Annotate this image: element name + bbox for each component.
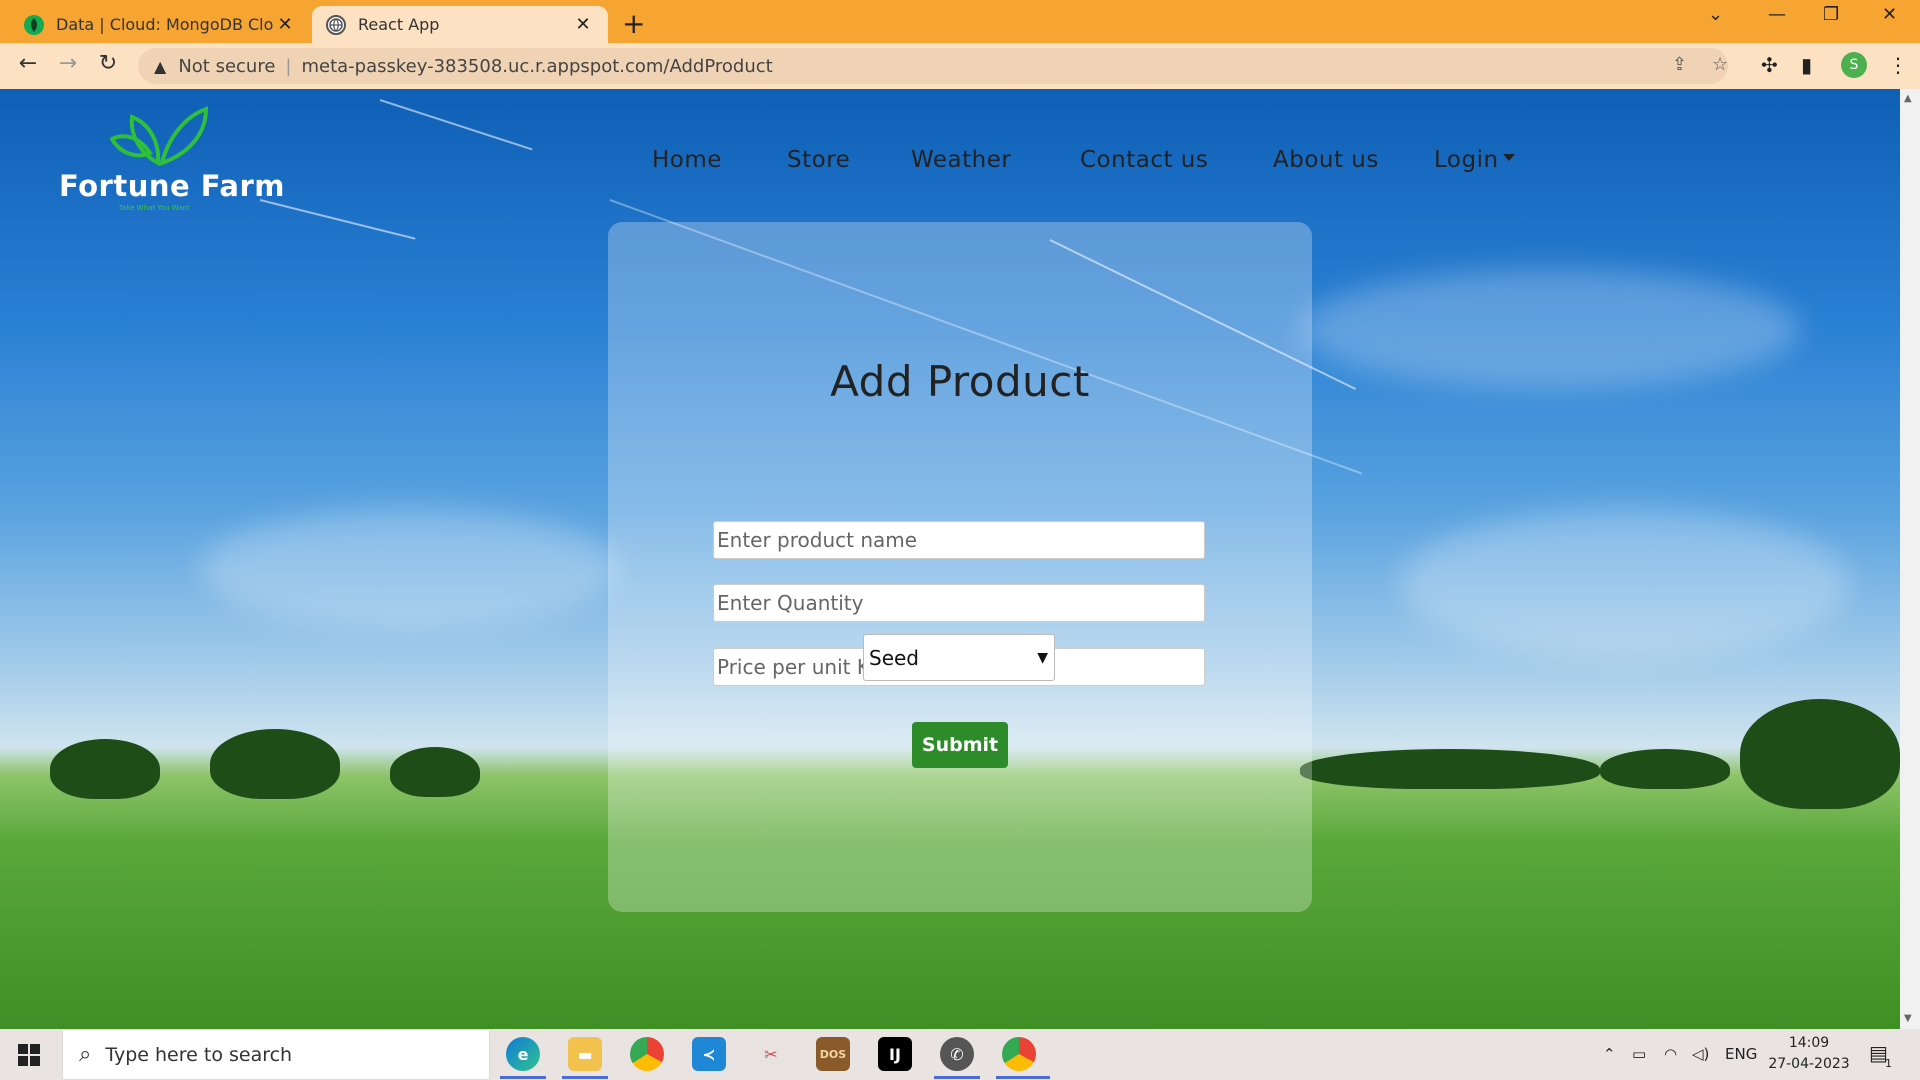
tree bbox=[210, 729, 340, 799]
site-logo[interactable]: Fortune Farm Take What You Want bbox=[55, 103, 284, 213]
clock[interactable]: 14:09 27-04-2023 bbox=[1764, 1033, 1854, 1075]
category-select[interactable]: Seed ▼ bbox=[863, 634, 1055, 681]
tab-title: Data | Cloud: MongoDB Cloud bbox=[56, 15, 274, 34]
logo-name: Fortune Farm bbox=[59, 169, 285, 203]
share-icon[interactable]: ⇪ bbox=[1672, 54, 1687, 75]
avatar[interactable]: S bbox=[1841, 52, 1867, 78]
cloud bbox=[200, 509, 620, 629]
url-text[interactable]: meta-passkey-383508.uc.r.appspot.com/Add… bbox=[301, 56, 772, 77]
taskbar-search-placeholder: Type here to search bbox=[105, 1043, 293, 1066]
active-app-indicator bbox=[500, 1076, 546, 1079]
divider: | bbox=[285, 55, 292, 77]
active-app-indicator bbox=[934, 1076, 980, 1079]
add-product-card: Add Product Seed ▼ Submit bbox=[608, 222, 1312, 912]
nav-login-dropdown[interactable]: Login bbox=[1434, 147, 1515, 173]
active-app-indicator bbox=[996, 1076, 1050, 1079]
nav-weather[interactable]: Weather bbox=[911, 147, 1011, 173]
tree bbox=[50, 739, 160, 799]
side-panel-icon[interactable]: ▮ bbox=[1801, 53, 1812, 77]
page-scrollbar[interactable]: ▲ ▼ bbox=[1900, 89, 1920, 1029]
wifi-icon[interactable]: ◠ bbox=[1664, 1045, 1677, 1063]
tab-mongodb[interactable]: Data | Cloud: MongoDB Cloud ✕ bbox=[10, 6, 310, 43]
clock-date: 27-04-2023 bbox=[1768, 1056, 1850, 1072]
scroll-up-icon[interactable]: ▲ bbox=[1904, 93, 1912, 104]
windows-start-icon[interactable] bbox=[18, 1044, 40, 1066]
chevron-down-icon: ▼ bbox=[1037, 649, 1048, 666]
nav-home[interactable]: Home bbox=[652, 147, 722, 173]
caret-down-icon bbox=[1502, 154, 1515, 161]
mongodb-leaf-icon bbox=[24, 14, 44, 35]
nav-contact-us[interactable]: Contact us bbox=[1080, 147, 1208, 173]
address-bar[interactable]: ▲ Not secure | meta-passkey-383508.uc.r.… bbox=[138, 48, 1728, 84]
menu-icon[interactable]: ⋮ bbox=[1888, 53, 1908, 77]
minimize-icon[interactable]: — bbox=[1768, 4, 1786, 25]
tab-search-icon[interactable]: ⌄ bbox=[1708, 4, 1723, 25]
close-tab-icon[interactable]: ✕ bbox=[572, 14, 594, 35]
browser-toolbar: ← → ↻ ▲ Not secure | meta-passkey-383508… bbox=[0, 43, 1920, 89]
volume-icon[interactable]: ◁) bbox=[1692, 1045, 1709, 1063]
file-explorer-icon[interactable]: ▬ bbox=[568, 1037, 602, 1071]
contrail bbox=[379, 99, 533, 151]
close-tab-icon[interactable]: ✕ bbox=[274, 14, 296, 35]
nav-about-us[interactable]: About us bbox=[1273, 147, 1379, 173]
whatsapp-icon[interactable]: ✆ bbox=[940, 1037, 974, 1071]
contrail bbox=[259, 199, 416, 240]
tree bbox=[390, 747, 480, 797]
chrome-profile-icon[interactable] bbox=[1002, 1037, 1036, 1071]
page-title: Add Product bbox=[830, 357, 1090, 406]
taskbar-search[interactable]: ⌕ Type here to search bbox=[62, 1029, 490, 1080]
edge-icon[interactable]: e bbox=[506, 1037, 540, 1071]
tree bbox=[1740, 699, 1900, 809]
nav-login-label: Login bbox=[1434, 147, 1499, 173]
tab-react-app[interactable]: React App ✕ bbox=[312, 6, 608, 43]
nav-store[interactable]: Store bbox=[787, 147, 850, 173]
tray-overflow-icon[interactable]: ⌃ bbox=[1603, 1045, 1616, 1063]
taskbar: ⌕ Type here to search e ▬ ≺ ✂ DOS IJ ✆ ⌃… bbox=[0, 1029, 1920, 1080]
cloud bbox=[1400, 509, 1850, 659]
product-name-input[interactable] bbox=[713, 521, 1205, 559]
tab-title: React App bbox=[358, 15, 440, 34]
language-indicator[interactable]: ENG bbox=[1725, 1045, 1757, 1063]
back-icon[interactable]: ← bbox=[13, 51, 43, 76]
tree bbox=[1600, 749, 1730, 789]
vscode-icon[interactable]: ≺ bbox=[692, 1037, 726, 1071]
restore-icon[interactable]: ❐ bbox=[1823, 4, 1839, 25]
cloud bbox=[1300, 269, 1800, 389]
page-background: Fortune Farm Take What You Want Home Sto… bbox=[0, 89, 1900, 1029]
close-window-icon[interactable]: ✕ bbox=[1882, 4, 1897, 25]
new-tab-icon[interactable]: + bbox=[622, 7, 645, 40]
security-label[interactable]: Not secure bbox=[178, 56, 275, 77]
notification-count: 1 bbox=[1885, 1057, 1892, 1070]
quantity-input[interactable] bbox=[713, 584, 1205, 622]
category-selected-value: Seed bbox=[869, 645, 919, 670]
clock-time: 14:09 bbox=[1788, 1035, 1830, 1051]
reload-icon[interactable]: ↻ bbox=[93, 51, 123, 76]
forward-icon[interactable]: → bbox=[53, 51, 83, 76]
warning-icon[interactable]: ▲ bbox=[154, 57, 166, 76]
tab-strip: Data | Cloud: MongoDB Cloud ✕ React App … bbox=[0, 0, 1920, 43]
globe-icon bbox=[326, 14, 346, 35]
snipping-tool-icon[interactable]: ✂ bbox=[754, 1037, 788, 1071]
scroll-down-icon[interactable]: ▼ bbox=[1904, 1013, 1912, 1024]
intellij-icon[interactable]: IJ bbox=[878, 1037, 912, 1071]
search-icon: ⌕ bbox=[79, 1042, 92, 1067]
active-app-indicator bbox=[562, 1076, 608, 1079]
submit-button[interactable]: Submit bbox=[912, 722, 1008, 768]
logo-tagline: Take What You Want bbox=[119, 204, 190, 212]
dosbox-icon[interactable]: DOS bbox=[816, 1037, 850, 1071]
extensions-icon[interactable]: ✣ bbox=[1761, 53, 1778, 77]
leaf-icon bbox=[110, 106, 209, 167]
chrome-icon[interactable] bbox=[630, 1037, 664, 1071]
tree bbox=[1300, 749, 1600, 789]
battery-icon[interactable]: ▭ bbox=[1632, 1045, 1646, 1063]
bookmark-star-icon[interactable]: ☆ bbox=[1712, 54, 1728, 75]
